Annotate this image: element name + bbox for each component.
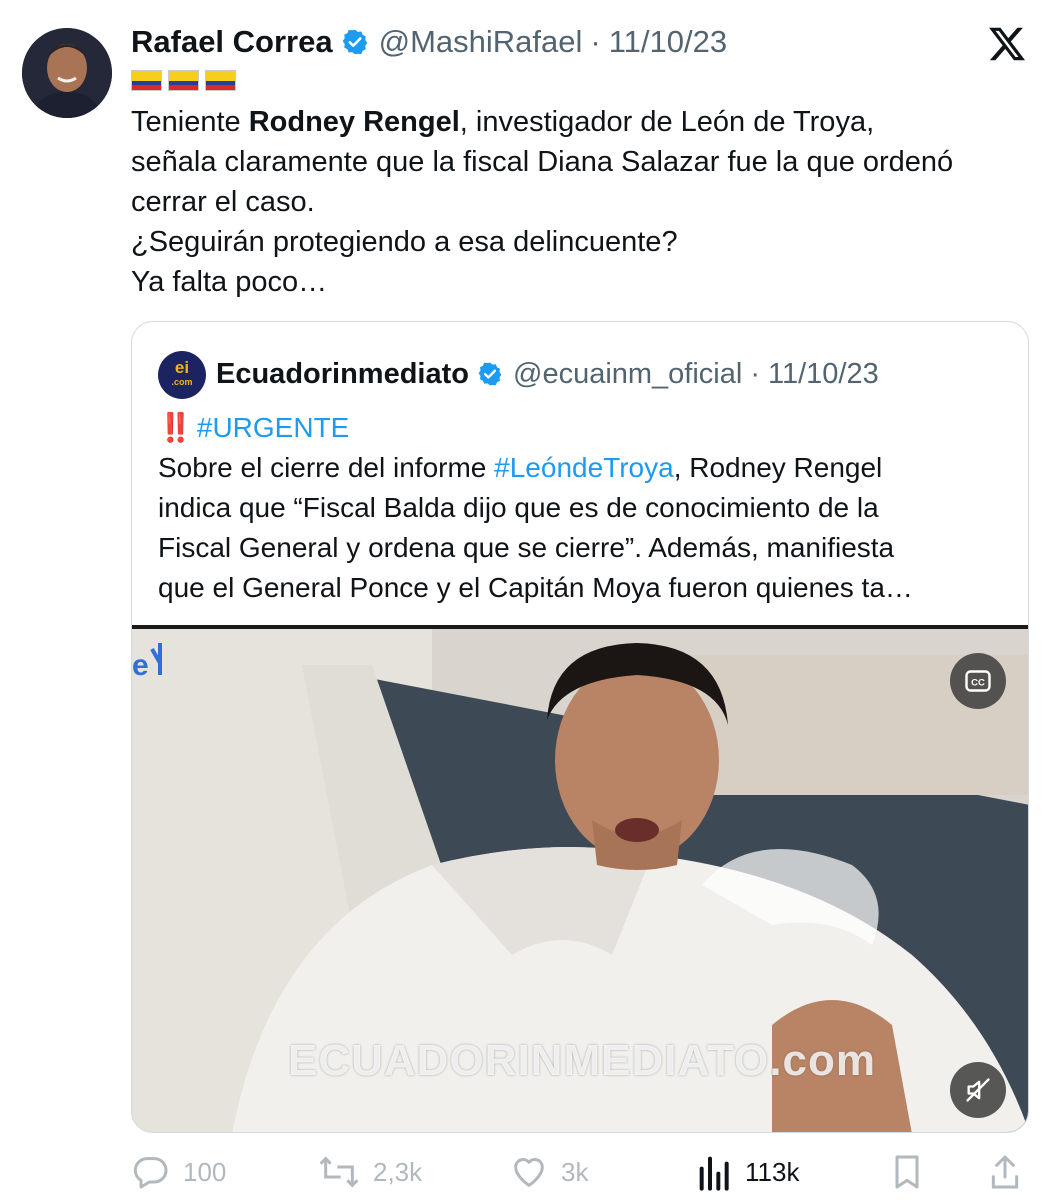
svg-text:e: e [132, 649, 149, 682]
bookmark-button[interactable] [889, 1150, 937, 1194]
quoted-text-line: Sobre el cierre del informe #LeóndeTroya… [158, 452, 883, 483]
closed-captions-button[interactable]: CC [950, 653, 1006, 709]
quoted-text-line: que el General Ponce y el Capitán Moya f… [158, 572, 913, 603]
mute-toggle-button[interactable] [950, 1062, 1006, 1118]
tweet-text-line: ¿Seguirán protegiendo a esa delincuente? [131, 226, 678, 258]
view-count: 113k [745, 1156, 800, 1187]
header-separator: · [590, 24, 601, 59]
quoted-tweet-header: Ecuadorinmediato @ecuainm_oficial · 11/1… [216, 354, 879, 394]
ecuador-flag-icon [131, 70, 162, 91]
like-button[interactable]: 3k [509, 1150, 588, 1194]
double-exclamation-icon: ‼️ [158, 412, 193, 443]
bookmark-icon [895, 1155, 919, 1189]
quoted-text-line: ‼️ #URGENTE [158, 408, 1008, 448]
svg-text:CC: CC [971, 678, 985, 689]
ecuador-flag-icon [205, 70, 236, 91]
hashtag-link[interactable]: #LeóndeTroya [494, 452, 674, 483]
video-player[interactable]: e CC ECUADORINMEDIATO.com [132, 625, 1028, 1132]
author-handle[interactable]: @MashiRafael [379, 24, 583, 60]
tweet-action-bar: 100 2,3k 3k 113k [131, 1150, 1029, 1194]
reply-icon [133, 1157, 168, 1189]
hashtag-link[interactable]: #URGENTE [197, 412, 349, 443]
author-name[interactable]: Rafael Correa [131, 24, 333, 60]
reply-button[interactable]: 100 [131, 1150, 226, 1194]
tweet-text-line: Teniente Rodney Rengel, investigador de … [131, 106, 875, 138]
tweet-text-line: cerrar el caso. [131, 186, 315, 218]
ecuador-flags [131, 70, 236, 91]
verified-badge-icon [477, 361, 503, 387]
views-chart-icon [699, 1156, 729, 1191]
quoted-author-name[interactable]: Ecuadorinmediato [216, 358, 469, 391]
quoted-text-line: Fiscal General y ordena que se cierre”. … [158, 532, 895, 563]
like-count: 3k [561, 1156, 589, 1187]
tweet-text-line: Ya falta poco… [131, 266, 328, 298]
quoted-text-line: indica que “Fiscal Balda dijo que es de … [158, 492, 879, 523]
tweet-date[interactable]: 11/10/23 [609, 24, 727, 60]
share-icon [991, 1155, 1019, 1189]
tweet-text-line: señala claramente que la fiscal Diana Sa… [131, 146, 954, 178]
tweet-header: Rafael Correa @MashiRafael · 11/10/23 [131, 22, 727, 62]
repost-button[interactable]: 2,3k [317, 1150, 422, 1194]
reply-count: 100 [183, 1156, 227, 1187]
share-button[interactable] [987, 1150, 1035, 1194]
header-separator: · [750, 357, 760, 390]
ecuador-flag-icon [168, 70, 199, 91]
quoted-tweet-card[interactable]: ei .com Ecuadorinmediato @ecuainm_oficia… [131, 321, 1029, 1133]
tweet-text: Teniente Rodney Rengel, investigador de … [131, 102, 1036, 302]
repost-count: 2,3k [373, 1156, 423, 1187]
quoted-tweet-date[interactable]: 11/10/23 [768, 358, 879, 391]
author-avatar[interactable] [22, 28, 112, 118]
quoted-author-avatar[interactable]: ei .com [158, 351, 206, 399]
quoted-tweet-text: ‼️ #URGENTE Sobre el cierre del informe #… [158, 408, 1008, 608]
x-logo-icon [987, 24, 1027, 64]
views-button[interactable]: 113k [697, 1150, 799, 1194]
verified-badge-icon [341, 28, 369, 56]
heart-icon [514, 1158, 544, 1187]
bold-name: Rodney Rengel [248, 106, 460, 138]
speaker-muted-icon [966, 1078, 990, 1102]
repost-icon [319, 1156, 359, 1188]
video-watermark: ECUADORINMEDIATO.com [288, 1036, 876, 1085]
quoted-author-handle[interactable]: @ecuainm_oficial [513, 358, 742, 391]
